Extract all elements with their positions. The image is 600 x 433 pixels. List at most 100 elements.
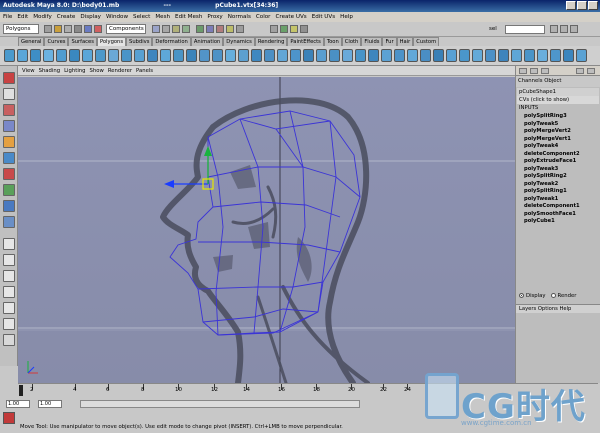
poly-cube-icon[interactable] — [17, 49, 28, 62]
boolean-difference-icon[interactable] — [199, 49, 210, 62]
poly-sphere-icon[interactable] — [4, 49, 15, 62]
reverse-normals-icon[interactable] — [446, 49, 457, 62]
insert-edge-loop-icon[interactable] — [316, 49, 327, 62]
menu-color[interactable]: Color — [256, 14, 271, 20]
uv-mask-icon[interactable] — [182, 25, 190, 33]
layer-editor-toggle-icon[interactable] — [541, 68, 549, 74]
range-start-field[interactable]: 1.00 — [38, 400, 62, 408]
tab-polygons[interactable]: Polygons — [96, 37, 127, 46]
toggle-attribute-editor-icon[interactable] — [550, 25, 558, 33]
poly-soccer-ball-icon[interactable] — [134, 49, 145, 62]
menu-set-dropdown[interactable]: Polygons — [3, 24, 39, 34]
close-button[interactable] — [588, 1, 598, 10]
face-mask-icon[interactable] — [172, 25, 180, 33]
four-view-layout-icon[interactable] — [3, 254, 15, 266]
display-radio[interactable]: Display — [519, 293, 546, 299]
cylindrical-mapping-icon[interactable] — [498, 49, 509, 62]
panel-menu-shading[interactable]: Shading — [39, 68, 61, 74]
cvs-toggle[interactable]: CVs (click to show) — [517, 96, 599, 104]
snap-curve-icon[interactable] — [206, 25, 214, 33]
menu-create-uvs[interactable]: Create UVs — [275, 14, 306, 20]
menu-modify[interactable]: Modify — [33, 14, 52, 20]
tab-painteffects[interactable]: PaintEffects — [287, 37, 324, 46]
menu-edit[interactable]: Edit — [17, 14, 28, 20]
paint-select-tool-icon[interactable] — [3, 104, 15, 116]
collapse-icon[interactable] — [368, 49, 379, 62]
range-slider[interactable] — [80, 400, 360, 408]
input-node[interactable]: polyTweak5 — [524, 121, 580, 129]
tab-toon[interactable]: Toon — [323, 37, 342, 46]
combine-icon[interactable] — [160, 49, 171, 62]
input-node[interactable]: polyTweak3 — [524, 166, 580, 174]
tab-animation[interactable]: Animation — [190, 37, 224, 46]
maximize-button[interactable] — [577, 1, 587, 10]
input-node[interactable]: polyMergeVert2 — [524, 128, 580, 136]
panel-menu-renderer[interactable]: Renderer — [108, 68, 132, 74]
scale-tool-icon[interactable] — [3, 152, 15, 164]
soften-edge-icon[interactable] — [459, 49, 470, 62]
single-view-layout-icon[interactable] — [3, 238, 15, 250]
input-node[interactable]: polyExtrudeFace1 — [524, 158, 580, 166]
channel-box-close-icon[interactable] — [587, 68, 595, 74]
input-node[interactable]: polyMergeVert1 — [524, 136, 580, 144]
ipr-render-icon[interactable] — [290, 25, 298, 33]
poly-cone-icon[interactable] — [43, 49, 54, 62]
new-scene-icon[interactable] — [64, 25, 72, 33]
move-manipulator[interactable] — [164, 146, 214, 190]
current-time-marker[interactable] — [19, 385, 23, 396]
bridge-icon[interactable] — [264, 49, 275, 62]
attribute-editor-toggle-icon[interactable] — [530, 68, 538, 74]
soft-mod-tool-icon[interactable] — [3, 184, 15, 196]
channel-box-toggle-icon[interactable] — [519, 68, 527, 74]
poly-plane-icon[interactable] — [56, 49, 67, 62]
tab-rendering[interactable]: Rendering — [254, 37, 288, 46]
persp-outliner-layout-icon[interactable] — [3, 270, 15, 282]
input-node[interactable]: polySplitRing2 — [524, 173, 580, 181]
snap-point-icon[interactable] — [216, 25, 224, 33]
separate-icon[interactable] — [173, 49, 184, 62]
tab-surfaces[interactable]: Surfaces — [68, 37, 97, 46]
render-icon[interactable] — [280, 25, 288, 33]
menu-edit-mesh[interactable]: Edit Mesh — [175, 14, 202, 20]
smooth-icon[interactable] — [225, 49, 236, 62]
menu-help[interactable]: Help — [340, 14, 353, 20]
show-manipulator-icon[interactable] — [3, 200, 15, 212]
panel-menu-show[interactable]: Show — [90, 68, 104, 74]
selection-mask-icon[interactable] — [74, 25, 82, 33]
select-tool-icon[interactable] — [3, 72, 15, 84]
quadrangulate-icon[interactable] — [407, 49, 418, 62]
append-polygon-icon[interactable] — [277, 49, 288, 62]
reduce-icon[interactable] — [420, 49, 431, 62]
cleanup-icon[interactable] — [433, 49, 444, 62]
menu-select[interactable]: Select — [133, 14, 150, 20]
split-polygon-icon[interactable] — [303, 49, 314, 62]
menu-file[interactable]: File — [3, 14, 12, 20]
poly-cylinder-icon[interactable] — [30, 49, 41, 62]
perspective-viewport[interactable] — [18, 77, 515, 383]
poly-pyramid-icon[interactable] — [95, 49, 106, 62]
tab-deformation[interactable]: Deformation — [152, 37, 191, 46]
make-live-icon[interactable] — [236, 25, 244, 33]
object-mode-icon[interactable] — [94, 25, 102, 33]
hierarchy-mode-icon[interactable] — [84, 25, 92, 33]
component-dropdown[interactable]: Components — [106, 24, 146, 34]
triangulate-icon[interactable] — [394, 49, 405, 62]
layer-menubar[interactable]: Layers Options Help — [516, 304, 600, 313]
poly-pipe-icon[interactable] — [108, 49, 119, 62]
minimize-button[interactable] — [566, 1, 576, 10]
offset-edge-loop-icon[interactable] — [329, 49, 340, 62]
harden-edge-icon[interactable] — [472, 49, 483, 62]
fill-hole-icon[interactable] — [290, 49, 301, 62]
panel-menu-panels[interactable]: Panels — [136, 68, 153, 74]
shape-node-label[interactable]: pCubeShape1 — [517, 88, 599, 96]
boolean-intersection-icon[interactable] — [212, 49, 223, 62]
menu-mesh[interactable]: Mesh — [155, 14, 170, 20]
vertex-mask-icon[interactable] — [152, 25, 160, 33]
poly-prism-icon[interactable] — [82, 49, 93, 62]
channel-box-dock-icon[interactable] — [576, 68, 584, 74]
panel-menu-lighting[interactable]: Lighting — [64, 68, 85, 74]
lasso-tool-icon[interactable] — [3, 88, 15, 100]
input-node[interactable]: deleteComponent2 — [524, 151, 580, 159]
toggle-tool-settings-icon[interactable] — [560, 25, 568, 33]
snap-grid-icon[interactable] — [196, 25, 204, 33]
